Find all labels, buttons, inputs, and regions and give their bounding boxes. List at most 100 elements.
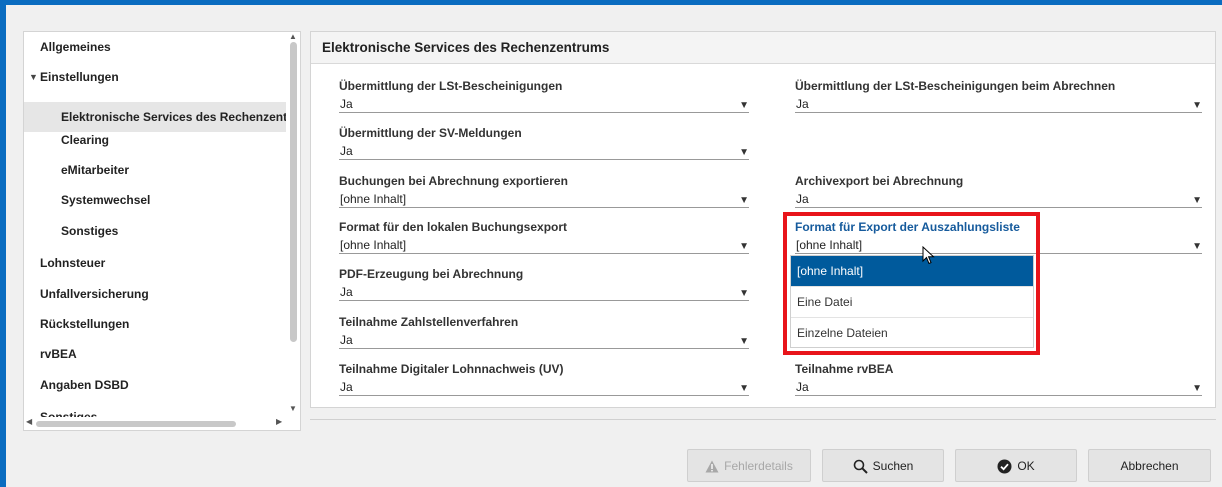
select-lokaler-buchungsexport[interactable]: [ohne Inhalt] ▼ [339, 236, 749, 254]
settings-tree[interactable]: Allgemeines ▼ Einstellungen Elektronisch… [23, 31, 301, 431]
window-frame-left [0, 0, 6, 487]
fehlerdetails-button[interactable]: Fehlerdetails [687, 449, 811, 482]
tree-item-unfallversicherung[interactable]: Unfallversicherung [24, 279, 300, 309]
field-label: Übermittlung der LSt-Bescheinigungen bei… [795, 79, 1116, 93]
select-lst-bescheinigungen-abrechnen[interactable]: Ja ▼ [795, 95, 1202, 113]
select-rvbea[interactable]: Ja ▼ [795, 378, 1202, 396]
scroll-up-icon[interactable]: ▲ [289, 32, 297, 41]
tree-item-rvbea[interactable]: rvBEA [24, 339, 300, 369]
field-label: Buchungen bei Abrechnung exportieren [339, 174, 568, 188]
tree-item-label: Einstellungen [40, 70, 119, 84]
dropdown-arrow-icon[interactable]: ▼ [739, 144, 749, 162]
dropdown-arrow-icon[interactable]: ▼ [739, 238, 749, 256]
dropdown-arrow-icon[interactable]: ▼ [739, 380, 749, 398]
field-buchungen-exportieren[interactable]: Buchungen bei Abrechnung exportieren [oh… [339, 173, 749, 211]
button-label: Abbrechen [1120, 459, 1179, 473]
tree-item-label: eMitarbeiter [61, 163, 130, 177]
expand-caret-icon[interactable]: ▼ [29, 62, 38, 92]
panel-title: Elektronische Services des Rechenzentrum… [311, 32, 1215, 64]
field-lst-bescheinigungen[interactable]: Übermittlung der LSt-Bescheinigungen Ja ▼ [339, 78, 749, 116]
scrollbar-thumb[interactable] [290, 42, 297, 342]
scroll-right-icon[interactable]: ▶ [276, 417, 282, 426]
select-digitaler-lohnnachweis[interactable]: Ja ▼ [339, 378, 749, 396]
tree-item-label: Systemwechsel [61, 193, 151, 207]
field-digitaler-lohnnachweis[interactable]: Teilnahme Digitaler Lohnnachweis (UV) Ja… [339, 361, 749, 399]
scroll-left-icon[interactable]: ◀ [26, 417, 32, 426]
tree-item-label: Clearing [61, 133, 110, 147]
select-value: Ja [796, 192, 809, 206]
tree-item-label: Rückstellungen [40, 317, 130, 331]
horizontal-scrollbar[interactable]: ◀ ▶ [24, 417, 288, 430]
field-lst-bescheinigungen-abrechnen[interactable]: Übermittlung der LSt-Bescheinigungen bei… [795, 78, 1202, 116]
select-value: [ohne Inhalt] [340, 192, 407, 206]
select-archivexport[interactable]: Ja ▼ [795, 190, 1202, 208]
abbrechen-button[interactable]: Abbrechen [1088, 449, 1211, 482]
tree-item-label: Allgemeines [40, 40, 111, 54]
select-value: Ja [796, 97, 809, 111]
select-value: Ja [340, 333, 353, 347]
tree-item-label: Lohnsteuer [40, 256, 106, 270]
field-label: Übermittlung der LSt-Bescheinigungen [339, 79, 563, 93]
tree-item-label: Angaben DSBD [40, 378, 129, 392]
field-label: Teilnahme Digitaler Lohnnachweis (UV) [339, 362, 564, 376]
ok-button[interactable]: OK [955, 449, 1077, 482]
select-pdf-erzeugung[interactable]: Ja ▼ [339, 283, 749, 301]
select-buchungen-exportieren[interactable]: [ohne Inhalt] ▼ [339, 190, 749, 208]
tree-item-rueckstellungen[interactable]: Rückstellungen [24, 309, 300, 339]
window-frame-top [0, 0, 1222, 5]
select-value: Ja [340, 144, 353, 158]
vertical-scrollbar[interactable]: ▲ ▼ [286, 32, 300, 418]
suchen-button[interactable]: Suchen [822, 449, 944, 482]
field-pdf-erzeugung[interactable]: PDF-Erzeugung bei Abrechnung Ja ▼ [339, 266, 749, 304]
scroll-down-icon[interactable]: ▼ [289, 404, 297, 413]
tree-item-label: rvBEA [40, 347, 77, 361]
field-label: PDF-Erzeugung bei Abrechnung [339, 267, 524, 281]
button-label: OK [1017, 459, 1035, 473]
select-lst-bescheinigungen[interactable]: Ja ▼ [339, 95, 749, 113]
select-value: Ja [340, 285, 353, 299]
field-label: Teilnahme rvBEA [795, 362, 894, 376]
annotation-highlight-box [783, 212, 1040, 355]
field-archivexport[interactable]: Archivexport bei Abrechnung Ja ▼ [795, 173, 1202, 211]
field-label: Format für den lokalen Buchungsexport [339, 220, 568, 234]
scrollbar-thumb[interactable] [36, 421, 236, 427]
tree-item-label: Elektronische Services des Rechenzentrum… [61, 110, 301, 124]
search-icon [853, 460, 868, 475]
tree-item-emitarbeiter[interactable]: eMitarbeiter [24, 155, 300, 185]
field-lokaler-buchungsexport[interactable]: Format für den lokalen Buchungsexport [o… [339, 219, 749, 257]
tree-item-clearing[interactable]: Clearing [24, 125, 300, 155]
check-circle-icon [997, 459, 1012, 474]
tree-item-sonstiges[interactable]: Sonstiges [24, 216, 300, 246]
field-label: Übermittlung der SV-Meldungen [339, 126, 522, 140]
mouse-cursor-icon [922, 246, 935, 265]
select-value: Ja [340, 380, 353, 394]
select-zahlstellenverfahren[interactable]: Ja ▼ [339, 331, 749, 349]
tree-item-label: Unfallversicherung [40, 287, 149, 301]
field-rvbea[interactable]: Teilnahme rvBEA Ja ▼ [795, 361, 1202, 399]
dropdown-arrow-icon[interactable]: ▼ [1192, 192, 1202, 210]
dropdown-arrow-icon[interactable]: ▼ [1192, 238, 1202, 256]
field-label: Archivexport bei Abrechnung [795, 174, 964, 188]
tree-item-lohnsteuer[interactable]: Lohnsteuer [24, 248, 300, 278]
dropdown-arrow-icon[interactable]: ▼ [1192, 97, 1202, 115]
dropdown-arrow-icon[interactable]: ▼ [739, 192, 749, 210]
dropdown-arrow-icon[interactable]: ▼ [739, 333, 749, 351]
tree-item-angaben-dsbd[interactable]: Angaben DSBD [24, 370, 300, 400]
dropdown-arrow-icon[interactable]: ▼ [1192, 380, 1202, 398]
tree-item-systemwechsel[interactable]: Systemwechsel [24, 185, 300, 215]
footer-divider [310, 419, 1216, 420]
select-value: [ohne Inhalt] [340, 238, 407, 252]
select-value: Ja [340, 97, 353, 111]
tree-item-einstellungen[interactable]: ▼ Einstellungen [24, 62, 300, 92]
field-sv-meldungen[interactable]: Übermittlung der SV-Meldungen Ja ▼ [339, 125, 749, 163]
warning-icon [705, 460, 719, 473]
select-value: Ja [796, 380, 809, 394]
tree-item-allgemeines[interactable]: Allgemeines [24, 32, 300, 62]
button-label: Fehlerdetails [724, 459, 793, 473]
dropdown-arrow-icon[interactable]: ▼ [739, 285, 749, 303]
tree-item-label: Sonstiges [61, 224, 119, 238]
dropdown-arrow-icon[interactable]: ▼ [739, 97, 749, 115]
select-sv-meldungen[interactable]: Ja ▼ [339, 142, 749, 160]
button-label: Suchen [872, 459, 914, 473]
field-zahlstellenverfahren[interactable]: Teilnahme Zahlstellenverfahren Ja ▼ [339, 314, 749, 352]
